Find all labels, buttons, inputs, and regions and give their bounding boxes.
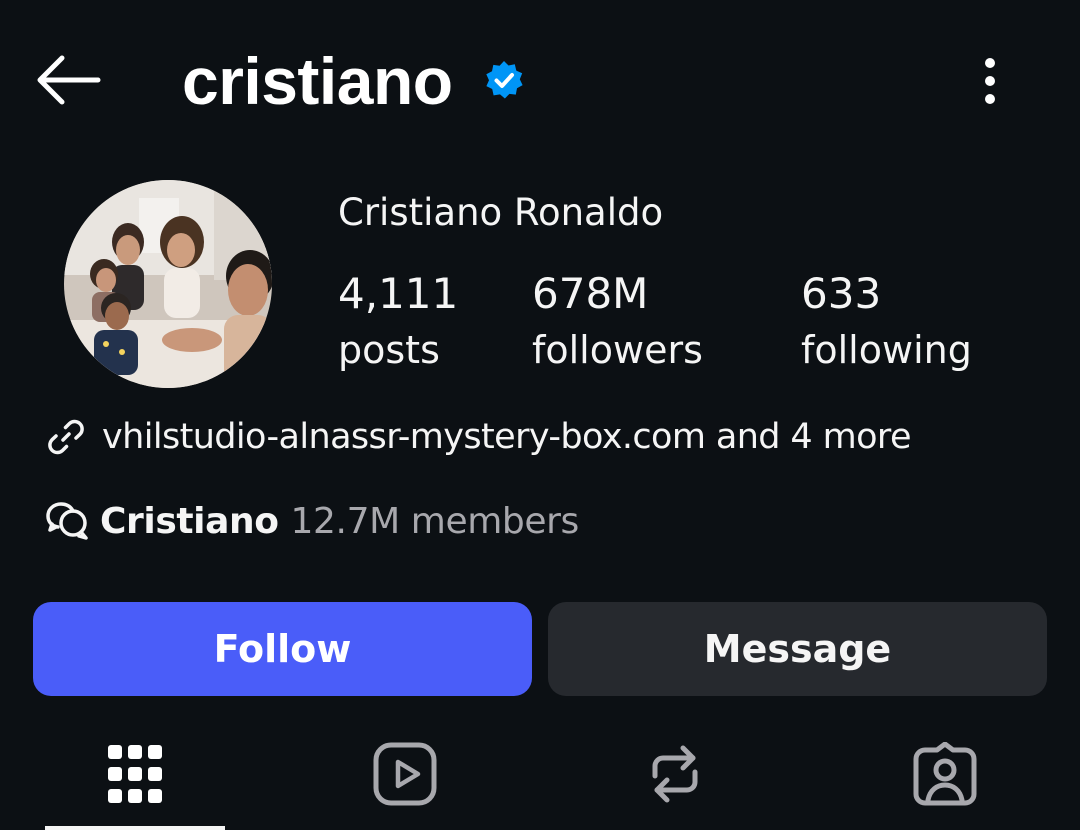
profile-full-name: Cristiano Ronaldo (338, 191, 664, 234)
broadcast-channel[interactable]: Cristiano 12.7M members (44, 495, 579, 547)
profile-avatar[interactable] (64, 180, 272, 388)
profile-username: cristiano (182, 44, 453, 118)
stat-followers-count: 678M (532, 269, 649, 318)
tagged-icon (913, 742, 977, 806)
more-options-button[interactable] (968, 54, 1012, 108)
profile-header: cristiano (0, 0, 1080, 165)
tab-reposts[interactable] (585, 718, 765, 830)
follow-button[interactable]: Follow (33, 602, 532, 696)
bio-link[interactable]: vhilstudio-alnassr-mystery-box.com and 4… (44, 412, 911, 462)
active-tab-indicator (45, 826, 225, 830)
back-button[interactable] (32, 52, 104, 108)
channel-name: Cristiano (100, 500, 279, 542)
stat-posts-count: 4,111 (338, 269, 459, 318)
profile-photo (64, 180, 272, 388)
stat-following[interactable]: 633 following (801, 266, 972, 378)
stat-following-count: 633 (801, 269, 882, 318)
bio-link-text: vhilstudio-alnassr-mystery-box.com and 4… (102, 417, 911, 457)
stat-posts[interactable]: 4,111 posts (338, 266, 458, 378)
link-icon (48, 419, 84, 455)
message-button[interactable]: Message (548, 602, 1047, 696)
stat-following-label: following (801, 328, 972, 372)
channel-members-count: 12.7M members (290, 500, 580, 542)
more-vertical-icon (985, 58, 995, 104)
grid-icon (108, 745, 162, 803)
reposts-icon (652, 745, 698, 803)
tab-tagged[interactable] (855, 718, 1035, 830)
broadcast-channel-icon (46, 502, 88, 540)
verified-badge-icon (486, 61, 523, 99)
stat-posts-label: posts (338, 328, 440, 372)
tab-posts-grid[interactable] (45, 718, 225, 830)
stat-followers[interactable]: 678M followers (532, 266, 703, 378)
stat-followers-label: followers (532, 328, 703, 372)
tab-reels[interactable] (315, 718, 495, 830)
profile-tabs (0, 718, 1080, 830)
reels-icon (373, 742, 437, 806)
back-arrow-icon (37, 55, 101, 105)
